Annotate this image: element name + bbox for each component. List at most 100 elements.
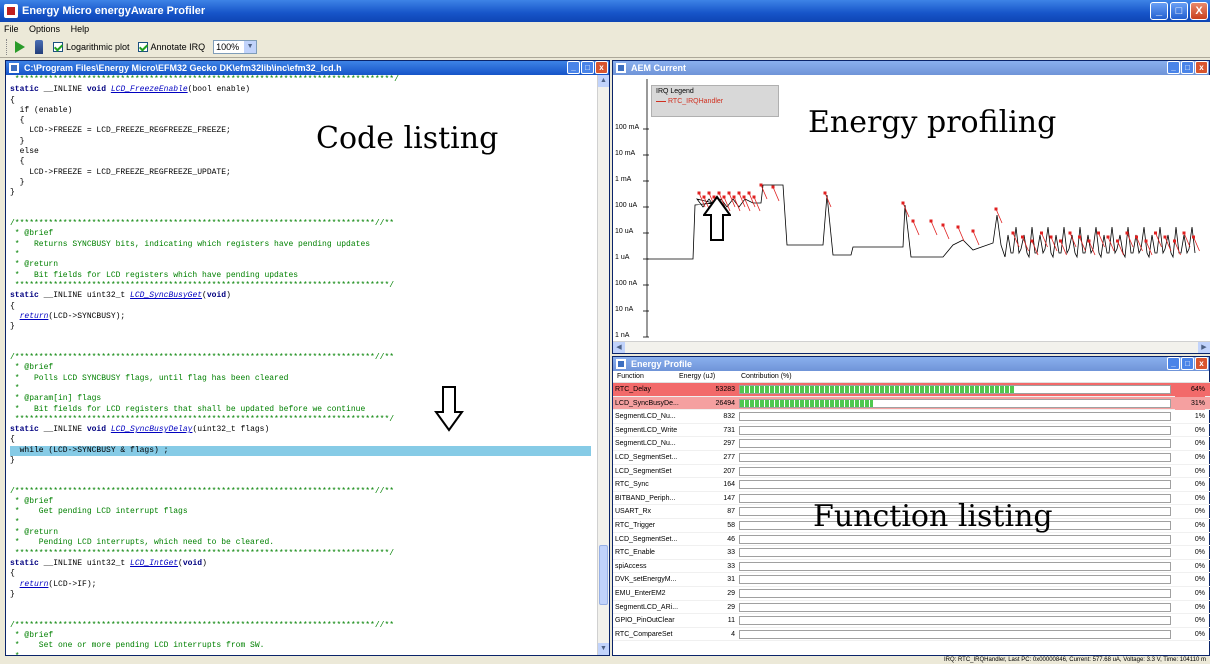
code-line[interactable]: /***************************************… <box>10 353 591 363</box>
code-line[interactable]: } <box>10 188 591 198</box>
code-panel-minimize-button[interactable]: _ <box>567 61 580 74</box>
code-line[interactable]: * Set one or more pending LCD interrupts… <box>10 641 591 651</box>
function-row[interactable]: DVK_setEnergyM... 31 0% <box>613 573 1210 587</box>
code-line[interactable]: /***************************************… <box>10 487 591 497</box>
function-row[interactable]: LCD_SyncBusyDe... 26494 31% <box>613 396 1210 411</box>
code-line[interactable]: ****************************************… <box>10 549 591 559</box>
annotate-irq-checkbox[interactable] <box>137 41 148 52</box>
code-panel-close-button[interactable]: x <box>595 61 608 74</box>
code-line[interactable] <box>10 610 591 620</box>
header-contribution[interactable]: Contribution (%) <box>741 371 792 383</box>
code-line[interactable]: } <box>10 590 591 600</box>
function-row[interactable]: GPIO_PinOutClear 11 0% <box>613 614 1210 628</box>
aem-panel-close-button[interactable]: x <box>1195 61 1208 74</box>
function-row[interactable]: SegmentLCD_ARi... 29 0% <box>613 601 1210 615</box>
code-line[interactable]: { <box>10 302 591 312</box>
scroll-left-arrow[interactable]: ◀ <box>613 342 625 353</box>
code-line[interactable]: } <box>10 178 591 188</box>
function-row[interactable]: EMU_EnterEM2 29 0% <box>613 587 1210 601</box>
profile-panel-minimize-button[interactable]: _ <box>1167 357 1180 370</box>
function-row[interactable]: RTC_Delay 53283 64% <box>613 383 1210 397</box>
code-line[interactable] <box>10 600 591 610</box>
code-line[interactable]: * @return <box>10 528 591 538</box>
code-line[interactable]: { <box>10 96 591 106</box>
function-row[interactable]: LCD_SegmentSet 207 0% <box>613 465 1210 479</box>
code-line[interactable]: } <box>10 456 591 466</box>
menu-file[interactable]: File <box>4 24 19 34</box>
function-row[interactable]: SegmentLCD_Write 731 0% <box>613 424 1210 438</box>
profile-panel-close-button[interactable]: x <box>1195 357 1208 370</box>
function-row[interactable]: LCD_SegmentSet... 277 0% <box>613 451 1210 465</box>
aem-panel-minimize-button[interactable]: _ <box>1167 61 1180 74</box>
code-line[interactable]: * Returns SYNCBUSY bits, indicating whic… <box>10 240 591 250</box>
code-listing[interactable]: ****************************************… <box>6 75 591 655</box>
code-line[interactable]: * @brief <box>10 631 591 641</box>
maximize-button[interactable]: □ <box>1170 2 1188 20</box>
code-line[interactable]: static __INLINE uint32_t LCD_SyncBusyGet… <box>10 291 591 301</box>
function-row[interactable]: RTC_CompareSet 4 0% <box>613 628 1210 642</box>
code-line[interactable]: LCD->FREEZE = LCD_FREEZE_REGFREEZE_FREEZ… <box>10 126 591 136</box>
code-line[interactable]: * Pending LCD interrupts, which need to … <box>10 538 591 548</box>
code-line[interactable]: { <box>10 569 591 579</box>
code-line[interactable] <box>10 477 591 487</box>
logarithmic-plot-checkbox[interactable] <box>53 41 63 52</box>
code-line[interactable]: * <box>10 518 591 528</box>
plot-horizontal-scrollbar[interactable]: ◀ ▶ <box>613 341 1210 353</box>
code-line[interactable]: * <box>10 384 591 394</box>
code-line[interactable]: * @brief <box>10 363 591 373</box>
code-line[interactable] <box>10 332 591 342</box>
function-row[interactable]: spiAccess 33 0% <box>613 560 1210 574</box>
code-line[interactable]: * @return <box>10 260 591 270</box>
code-line[interactable]: return(LCD->SYNCBUSY); <box>10 312 591 322</box>
code-line[interactable]: * Get pending LCD interrupt flags <box>10 507 591 517</box>
function-row[interactable]: RTC_Enable 33 0% <box>613 546 1210 560</box>
scroll-thumb[interactable] <box>599 545 608 605</box>
code-line[interactable]: * @param[in] flags <box>10 394 591 404</box>
code-line[interactable]: * Bit fields for LCD registers which hav… <box>10 271 591 281</box>
code-line[interactable]: } <box>10 322 591 332</box>
code-line[interactable]: * Bit fields for LCD registers that shal… <box>10 405 591 415</box>
aem-panel-maximize-button[interactable]: □ <box>1181 61 1194 74</box>
code-vertical-scrollbar[interactable]: ▲ ▼ <box>597 75 609 655</box>
code-line[interactable] <box>10 466 591 476</box>
code-line[interactable]: ****************************************… <box>10 281 591 291</box>
code-line[interactable]: static __INLINE void LCD_FreezeEnable(bo… <box>10 85 591 95</box>
code-line[interactable]: else <box>10 147 591 157</box>
code-line[interactable]: static __INLINE void LCD_SyncBusyDelay(u… <box>10 425 591 435</box>
code-line[interactable]: } <box>10 137 591 147</box>
current-plot[interactable]: IRQ Legend RTC_IRQHandler 100 mA 10 mA 1 m… <box>613 75 1210 341</box>
code-line[interactable]: while (LCD->SYNCBUSY & flags) ; <box>10 445 591 456</box>
code-line[interactable]: * <box>10 652 591 655</box>
profile-panel-maximize-button[interactable]: □ <box>1181 357 1194 370</box>
code-line[interactable]: * @brief <box>10 497 591 507</box>
code-line[interactable]: return(LCD->IF); <box>10 580 591 590</box>
function-row[interactable]: LCD_SegmentSet... 46 0% <box>613 533 1210 547</box>
close-button[interactable]: X <box>1190 2 1208 20</box>
scroll-down-arrow[interactable]: ▼ <box>598 643 609 655</box>
header-energy[interactable]: Energy (uJ) <box>679 371 715 383</box>
probe-icon[interactable] <box>35 39 43 54</box>
code-line[interactable]: static __INLINE uint32_t LCD_IntGet(void… <box>10 559 591 569</box>
function-row[interactable]: RTC_Sync 164 0% <box>613 478 1210 492</box>
code-line[interactable]: { <box>10 116 591 126</box>
header-function[interactable]: Function <box>617 371 644 383</box>
code-line[interactable] <box>10 199 591 209</box>
code-panel-maximize-button[interactable]: □ <box>581 61 594 74</box>
code-line[interactable]: ****************************************… <box>10 75 591 85</box>
code-line[interactable]: * <box>10 250 591 260</box>
code-line[interactable]: ****************************************… <box>10 415 591 425</box>
code-line[interactable]: * Polls LCD SYNCBUSY flags, until flag h… <box>10 374 591 384</box>
code-line[interactable]: LCD->FREEZE = LCD_FREEZE_REGFREEZE_UPDAT… <box>10 168 591 178</box>
zoom-select[interactable]: 100% <box>213 39 258 54</box>
code-line[interactable]: /***************************************… <box>10 621 591 631</box>
code-line[interactable] <box>10 209 591 219</box>
code-line[interactable]: /***************************************… <box>10 219 591 229</box>
minimize-button[interactable]: _ <box>1150 2 1168 20</box>
function-row[interactable]: SegmentLCD_Nu... 832 1% <box>613 410 1210 424</box>
code-line[interactable] <box>10 343 591 353</box>
code-line[interactable]: { <box>10 157 591 167</box>
code-line[interactable]: if (enable) <box>10 106 591 116</box>
play-icon[interactable] <box>15 40 25 53</box>
scroll-right-arrow[interactable]: ▶ <box>1198 342 1210 353</box>
function-row[interactable]: SegmentLCD_Nu... 297 0% <box>613 437 1210 451</box>
